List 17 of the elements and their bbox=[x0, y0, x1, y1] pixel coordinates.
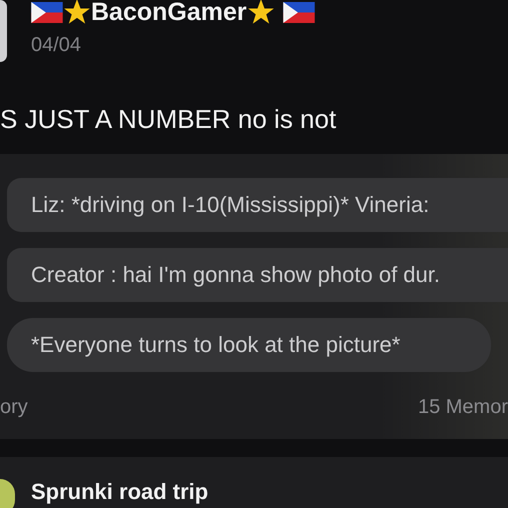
author-name[interactable]: BaconGamer bbox=[91, 0, 247, 26]
post-date: 04/04 bbox=[31, 34, 82, 57]
category-label: ory bbox=[0, 396, 28, 419]
message-bubble: *Everyone turns to look at the picture* bbox=[7, 318, 491, 372]
message-bubble: Creator : hai I'm gonna show photo of dur. bbox=[7, 248, 508, 302]
flag-icon bbox=[282, 2, 315, 22]
avatar[interactable] bbox=[0, 479, 15, 508]
avatar[interactable] bbox=[0, 0, 7, 62]
flag-icon bbox=[31, 2, 63, 22]
message-bubble: Liz: *driving on I-10(Mississippi)* Vineria: bbox=[7, 178, 508, 232]
post-text: S JUST A NUMBER no is not bbox=[0, 103, 338, 136]
star-icon bbox=[246, 0, 275, 26]
star-icon bbox=[63, 0, 91, 26]
story-card[interactable]: Liz: *driving on I-10(Mississippi)* Vineria: Creator : hai I'm gonna show photo of dur. *Everyone turns to look at the picture* ory 15 Memor bbox=[0, 154, 508, 439]
memories-count: 15 Memor bbox=[418, 396, 508, 419]
story-title[interactable]: Sprunki road trip bbox=[31, 479, 208, 505]
story-card[interactable]: Sprunki road trip bbox=[0, 457, 508, 508]
